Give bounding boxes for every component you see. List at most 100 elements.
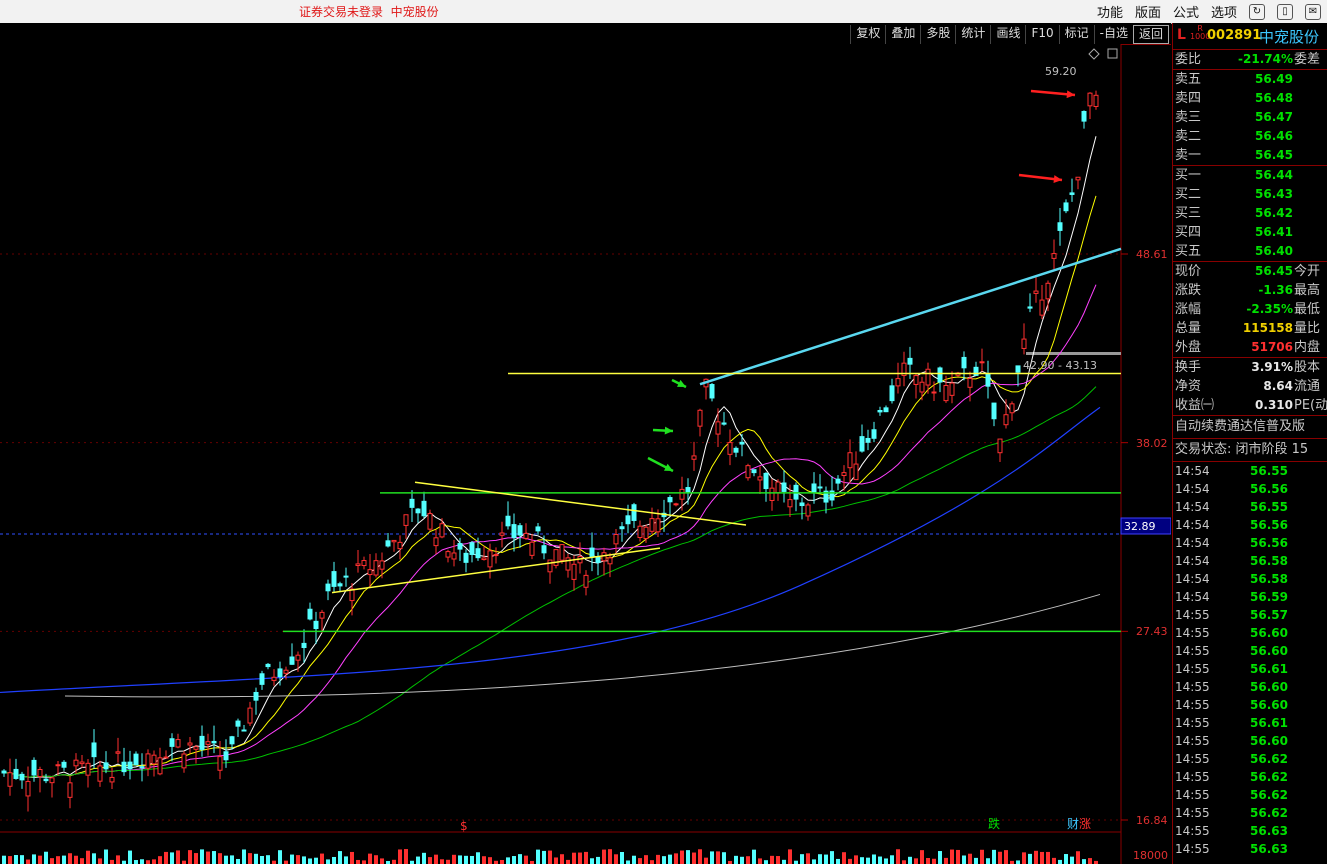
volume-bar [680,850,684,864]
candle-body [1039,299,1045,316]
kline-chart[interactable]: 48.61 38.02 27.43 16.84 32.89 59.20 42.9… [0,44,1171,864]
candle-body [337,583,343,587]
draw-line-button[interactable]: 画线 [990,25,1025,44]
sell-level-5-label: 卖五 [1175,72,1202,87]
menu-formula[interactable]: 公式 [1167,2,1205,21]
candle-body [571,563,577,580]
info-row-2-label: 收益㈠ [1175,398,1215,413]
tick-time: 14:55 [1175,770,1210,784]
remove-watchlist-button[interactable]: -自选 [1093,25,1133,44]
candle-body [775,481,781,494]
refresh-icon[interactable]: ↻ [1249,3,1265,20]
volume-bar [890,855,894,864]
candle-body [175,739,181,748]
menu-function[interactable]: 功能 [1091,2,1129,21]
quote-row-4: 外盘 51706 内盘 [1173,338,1327,357]
candle-body [583,574,589,588]
statistics-button[interactable]: 统计 [955,25,990,44]
candle-body [127,761,133,770]
volume-bar [116,855,120,864]
volume-bar [1046,851,1050,864]
back-button[interactable]: 返回 [1132,25,1169,44]
volume-bar [632,855,636,864]
volume-bar [182,860,186,864]
info-row-0-value: 3.91% [1251,360,1293,374]
overlay-button[interactable]: 叠加 [885,25,920,44]
tick-row: 14:54 56.56 [1173,516,1327,534]
volume-bar [1028,853,1032,864]
candle-body [961,356,967,369]
candle-body [325,583,331,592]
buy-orderbook: 买一 56.44 买二 56.43 买三 56.42 买四 56.41 买五 56.40 [1173,166,1327,262]
login-status-text: 证券交易未登录 [299,5,384,19]
candle-body [199,735,205,750]
volume-bar [266,855,270,864]
candle-body [649,518,655,532]
tick-price: 56.62 [1250,770,1288,784]
candle-body [715,421,721,435]
candle-body [259,673,265,685]
mark-button[interactable]: 标记 [1058,25,1094,44]
tick-price: 56.61 [1250,662,1288,676]
sell-orderbook: 卖五 56.49 卖四 56.48 卖三 56.47 卖二 56.46 卖一 56.45 [1173,70,1327,166]
volume-bar [1040,851,1044,864]
candle-body [1075,176,1081,181]
volume-bar [404,849,408,864]
candle-body [841,472,847,476]
mail-icon[interactable]: ✉ [1305,3,1321,20]
quote-row-3: 总量 115158 量比 [1173,319,1327,338]
candle-body [1069,192,1075,195]
candle-body [847,452,853,469]
sell-level-5: 卖五 56.49 [1173,70,1327,89]
tick-row: 14:54 56.55 [1173,498,1327,516]
sell-level-2-label: 卖二 [1175,129,1202,144]
candle-body [643,526,649,540]
candle-body [787,499,793,508]
sell-level-3-value: 56.47 [1255,110,1293,124]
tick-time: 14:55 [1175,626,1210,640]
volume-bar [512,856,516,864]
candle-body [637,525,643,538]
candle-body [1045,282,1051,300]
candle-body [997,438,1003,454]
candle-body [1015,365,1021,373]
volume-bar [20,855,24,864]
volume-bar [956,849,960,864]
candle-body [193,746,199,750]
menu-layout[interactable]: 版面 [1129,2,1167,21]
volume-bar [380,858,384,864]
quote-row-1-value: -1.36 [1258,283,1293,297]
info-row-2: 收益㈠ 0.310 PE(动 [1173,396,1327,415]
candle-body [523,532,529,539]
buy-level-1-label: 买一 [1175,168,1202,183]
volume-bar [902,860,906,864]
candle-body [1033,290,1039,294]
menu-options[interactable]: 选项 [1205,2,1243,21]
candle-body [109,776,115,783]
candle-body [31,759,37,776]
y-tick-38: 38.02 [1136,437,1168,450]
volume-bar [974,857,978,864]
tick-list[interactable]: 14:54 56.55 14:54 56.56 14:54 56.55 14:54 56.56… [1173,462,1327,858]
weibi-row: 委比 -21.74% 委差 [1173,50,1327,70]
quote-row-1-label: 涨跌 [1175,283,1202,298]
multi-stock-button[interactable]: 多股 [920,25,955,44]
volume-bar [104,849,108,864]
candle-body [727,442,733,455]
subscription-notice[interactable]: 自动续费通达信普及版 [1173,416,1327,439]
adjust-button[interactable]: 复权 [850,25,885,44]
volume-bar [158,856,162,864]
volume-bar [962,855,966,864]
f10-button[interactable]: F10 [1025,25,1058,44]
volume-bar [854,855,858,864]
candle-body [853,463,859,481]
buy-level-2-value: 56.43 [1255,187,1293,201]
buy-level-1: 买一 56.44 [1173,166,1327,185]
candle-body [409,498,415,508]
tick-time: 14:55 [1175,698,1210,712]
candle-body [505,515,511,527]
candle-body [319,611,325,619]
volume-bar [572,852,576,864]
candle-body [613,534,619,545]
phone-icon[interactable]: ▯ [1277,3,1293,20]
